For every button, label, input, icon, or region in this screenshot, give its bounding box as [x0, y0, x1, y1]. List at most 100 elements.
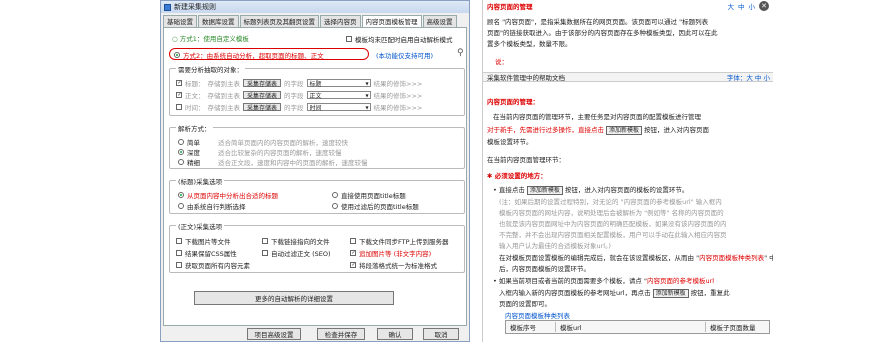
help-bullet-line: • 如果当前项目或者当前的页面需要多个模板，请点 "内容页面的参考模板url: [493, 277, 715, 285]
body-decorate-link[interactable]: 结果的修饰>>>: [374, 90, 423, 100]
mode2-link[interactable]: (本功能仅支持可用): [376, 50, 433, 60]
body-opt-ftp-upload-box[interactable]: [350, 238, 356, 244]
body-object-row: 正文： 存储到主表 采集存储表 的字段 正文 结果的修饰>>>: [176, 90, 422, 100]
body-opt-keep-css[interactable]: 结果保留CSS属性: [176, 248, 237, 258]
time-object-row: 时间： 存储到主表 采集存储表 的字段 时间 结果的修饰>>>: [176, 102, 422, 112]
time-object-hint: 存储到主表: [207, 104, 241, 112]
help-must-title: ✱ 必须设置的地方：: [487, 172, 547, 180]
parse-fine-option[interactable]: 精细 适合正文段，速度和内容中的页面的解析，速度较慢: [178, 157, 368, 167]
title-object-row: 标题： 存储到主表 采集存储表 的字段 标题 结果的修饰>>>: [176, 78, 422, 88]
add-template-inline-button: 添加新模板: [606, 126, 643, 135]
body-opt-download-links-box[interactable]: [262, 238, 268, 244]
parse-simple-radio[interactable]: [178, 139, 184, 145]
mode2-radio[interactable]: [174, 52, 180, 58]
col-subpage-count: 模板子页面数量: [710, 324, 756, 332]
title-field-select[interactable]: 标题: [306, 79, 371, 88]
body-opt-filter-seo[interactable]: 自动过滤正文 (SEO): [262, 248, 331, 258]
font-small-link[interactable]: 小: [749, 1, 756, 11]
help-doc-font[interactable]: 字体：大 中 小: [727, 72, 770, 82]
auto-objects-title: 需要分析抽取的对象：: [176, 64, 245, 74]
parse-mode-title: 解析方式：: [176, 123, 213, 133]
cancel-button[interactable]: 取消: [423, 328, 459, 340]
body-opt-download-images-box[interactable]: [176, 238, 182, 244]
body-object-hint: 存储到主表: [207, 92, 241, 100]
help-paragraph: 模板设置环节。: [487, 138, 533, 146]
col-template-url: 模板url: [556, 322, 706, 332]
font-medium-link[interactable]: 中: [738, 1, 745, 11]
body-opt-download-links[interactable]: 下载链接指向的文件: [262, 236, 330, 246]
project-advanced-button[interactable]: 项目高级设置: [247, 328, 301, 340]
help-intro-line: 页面"的链接获取进入。由于该部分的内容页面存在多种模板类型，因此可以在此: [487, 29, 718, 37]
body-opt-normalize-paragraphs-box[interactable]: [350, 262, 356, 268]
time-object-checkbox[interactable]: [176, 104, 182, 110]
body-opt-all-elements[interactable]: 获取页面所有内容元素: [176, 260, 250, 270]
title-opt-auto[interactable]: 由系统自行判断选择: [178, 201, 246, 211]
body-opt-keep-css-box[interactable]: [176, 250, 182, 256]
help-newbie-line: 对于新手，先需进行过多操作，直接点击 添加新模板 按钮，进入对内容页面: [487, 126, 710, 135]
title-opt-page-title-radio[interactable]: [332, 192, 338, 198]
title-opt-analyze-radio[interactable]: [178, 192, 184, 198]
rule-window: 新建采集规则 基础设置 数据库设置 标题列表页及其翻页设置 选择内容页 内容页面…: [160, 0, 470, 342]
pin-icon[interactable]: ⚲: [457, 48, 464, 58]
time-store-table[interactable]: 采集存储表: [243, 103, 282, 112]
mode1-label: ○ 方式1：使用自定义模板: [172, 35, 249, 43]
help-paragraph: 页面的设置即可。: [499, 300, 551, 308]
title-opt-filtered[interactable]: 使用过滤后的页面title标题: [332, 201, 419, 211]
help-section-title: 内容页面的管理：: [487, 98, 539, 106]
help-note-line: 也就是该内容页面网址中为内容页面的明确匹配模板，如果没有该内容页面的内: [499, 220, 727, 228]
help-bullet-line: • 直接点击 添加新模板 按钮，进入对内容页面的模板的设置环节。: [493, 186, 689, 195]
template-list-caption: 内容页面模板种类列表: [505, 312, 570, 320]
title-opt-page-title[interactable]: 直接使用页面title标题: [332, 190, 406, 200]
title-store-table[interactable]: 采集存储表: [243, 79, 282, 88]
body-opt-append-images-box[interactable]: [350, 250, 356, 256]
title-object-checkbox[interactable]: [176, 80, 182, 86]
help-paragraph: 在当前内容页面管理环节：: [487, 156, 565, 164]
body-opt-normalize-paragraphs[interactable]: 将段落格式统一为标准格式: [350, 260, 437, 270]
app-icon: [164, 3, 171, 11]
parse-fine-radio[interactable]: [178, 159, 184, 165]
mode2-option[interactable]: 方式2：由系统自动分析，超取页面的标题、正文: [174, 50, 324, 60]
title-decorate-link[interactable]: 结果的修饰>>>: [374, 78, 423, 88]
help-note-line: 模板内容页面的网址内容，说明处理后会被解析为 "例如等" 名称的内容页面的: [499, 209, 724, 217]
body-opt-all-elements-box[interactable]: [176, 262, 182, 268]
title-col-hint: 的字段: [284, 80, 304, 88]
mode1-option[interactable]: ○ 方式1：使用自定义模板: [172, 33, 249, 43]
confirm-button[interactable]: 确认: [377, 328, 413, 340]
body-opt-append-images[interactable]: 追加图片等 (非文字内容): [350, 248, 431, 258]
help-note-line: 不完整，并不会出现内容页面相关配置模板，用户可以手动在此输入相应内容页: [499, 231, 727, 239]
parse-deep-option[interactable]: 深度 适合比较复杂的内容页面的解析，速度较慢: [178, 147, 342, 157]
body-opt-download-images[interactable]: 下载图片等文件: [176, 236, 231, 246]
body-store-table[interactable]: 采集存储表: [243, 91, 282, 100]
fallback-auto-checkbox[interactable]: 模板均未匹配时启用自动解析模式: [346, 34, 453, 44]
title-object-label: 标题：: [185, 80, 205, 88]
help-note-line: (注：如果后期的设置过程特别，对无论的 "内容页面的参考模板url" 输入框内: [499, 198, 722, 206]
help-bullet-line: 在对模板页面设置模板的编辑完成后，就会在该设置模板区，从而由 "内容页面模板种类…: [499, 254, 773, 262]
help-note-line: 输入用户认为最佳的合适模板对象url。): [499, 242, 611, 250]
parse-deep-radio[interactable]: [178, 149, 184, 155]
fallback-checkbox-box[interactable]: [346, 36, 352, 42]
body-opt-filter-seo-box[interactable]: [262, 250, 268, 256]
title-opt-auto-radio[interactable]: [178, 203, 184, 209]
body-object-checkbox[interactable]: [176, 92, 182, 98]
font-large-link[interactable]: 大: [728, 1, 735, 11]
warning-icon: ✱: [487, 172, 495, 180]
title-options-title: (标题)采集选项: [176, 176, 225, 186]
time-field-select[interactable]: 时间: [306, 103, 371, 112]
help-close-icon[interactable]: ✕: [759, 1, 769, 11]
template-list-header: 模板序号 模板url 模板子页面数量: [505, 320, 770, 334]
fallback-checkbox-label: 模板均未匹配时启用自动解析模式: [355, 36, 453, 44]
help-bullet-line: 入框内输入新的内容页面模板的参考网址url，再点击 添加新模板 按钮，重复此: [499, 289, 730, 298]
title-opt-analyze[interactable]: 从页面内容中分析出合适的标题: [178, 190, 278, 200]
col-template-index: 模板序号: [506, 322, 556, 332]
parse-simple-option[interactable]: 简单 适合简单页面内的内容页面的解析，速度较快: [178, 137, 348, 147]
title-opt-filtered-radio[interactable]: [332, 203, 338, 209]
help-doc-bar: 采集软件管理中的帮助文档 字体：大 中 小: [483, 72, 773, 82]
time-decorate-link[interactable]: 结果的修饰>>>: [374, 102, 423, 112]
body-field-select[interactable]: 正文: [306, 91, 371, 100]
check-save-button[interactable]: 检查并保存: [317, 328, 365, 340]
more-settings-button[interactable]: 更多的自动解析的详细设置: [194, 291, 394, 305]
time-object-label: 时间：: [185, 104, 205, 112]
title-object-hint: 存储到主表: [207, 80, 241, 88]
body-opt-ftp-upload[interactable]: 下载文件同步FTP上传到服务器: [350, 236, 449, 246]
help-title: 内容页面的管理: [487, 3, 533, 11]
